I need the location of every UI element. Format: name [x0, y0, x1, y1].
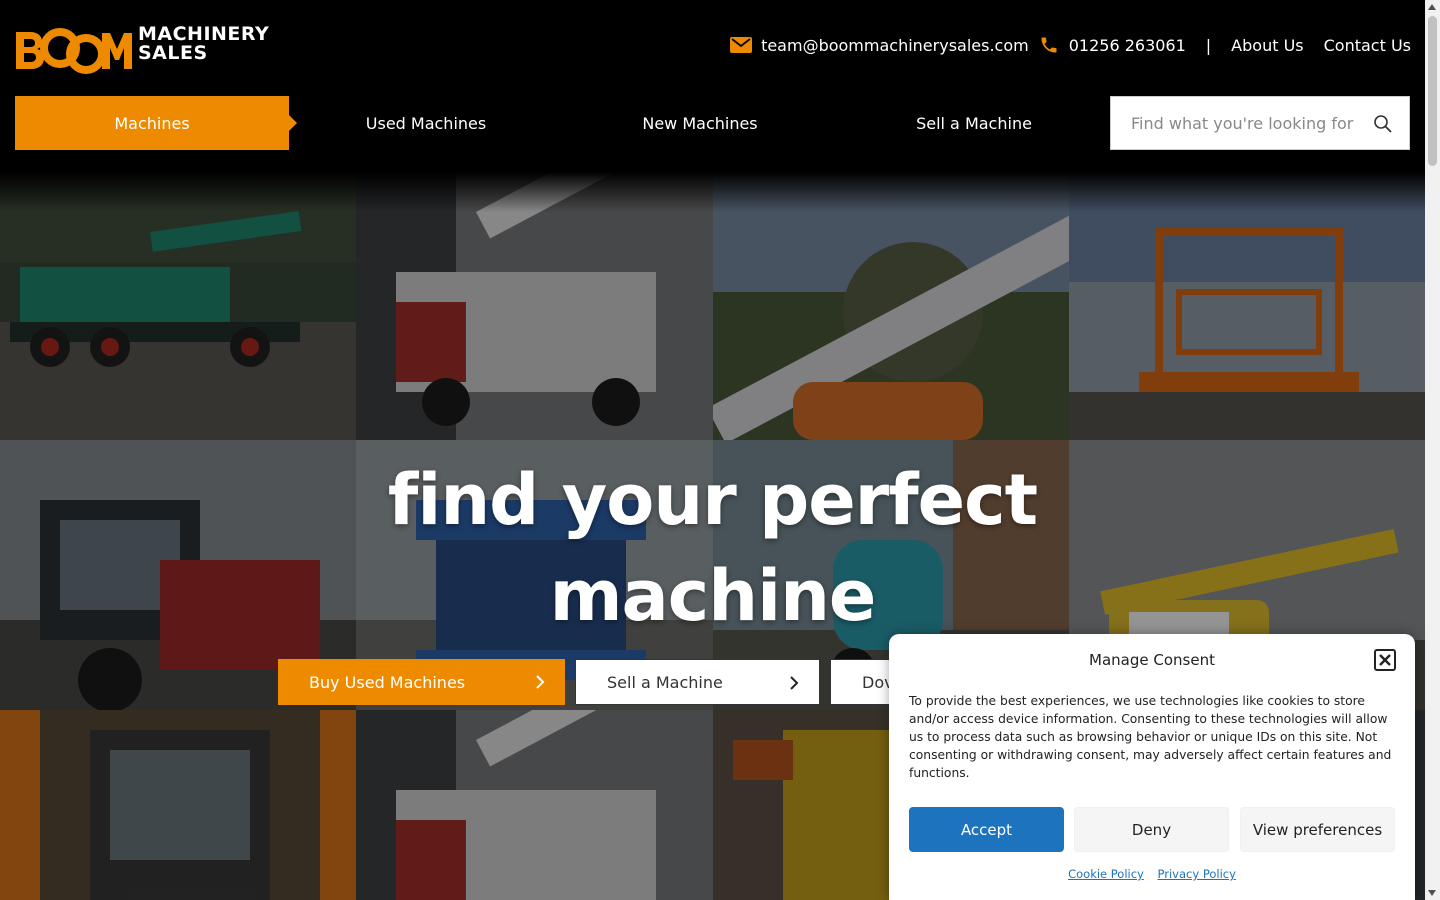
buy-used-machines-label: Buy Used Machines — [309, 672, 466, 692]
hero-photo-white-truck-lift — [356, 172, 713, 440]
hero-headline-line2: machine — [549, 555, 877, 637]
scroll-up-arrow-icon[interactable] — [1428, 4, 1436, 10]
scrollbar-thumb[interactable] — [1428, 16, 1437, 166]
phone-link[interactable]: 01256 263061 — [1038, 34, 1186, 56]
email-link[interactable]: team@boommachinerysales.com — [730, 34, 1029, 56]
buy-used-machines-button[interactable]: Buy Used Machines — [278, 659, 565, 705]
nav-item-machines[interactable]: Machines — [15, 96, 297, 150]
boom-logo-mark — [16, 28, 132, 74]
contact-bar: team@boommachinerysales.com 01256 263061… — [730, 30, 1411, 60]
header-shadow — [0, 172, 1425, 212]
close-button[interactable] — [1374, 649, 1396, 671]
phone-icon — [1038, 34, 1060, 56]
phone-text: 01256 263061 — [1068, 35, 1186, 55]
site-header: MACHINERY SALES team@boommachinerysales.… — [0, 0, 1425, 172]
hero-photo-boom-lift-sky — [713, 172, 1069, 440]
logo-tagline: MACHINERY SALES — [138, 25, 269, 63]
hero-photo-green-crane — [0, 172, 356, 440]
nav-item-new-machines[interactable]: New Machines — [563, 96, 837, 150]
accept-button[interactable]: Accept — [909, 807, 1064, 852]
search-box — [1110, 96, 1410, 150]
cookie-policy-link[interactable]: Cookie Policy — [1068, 867, 1144, 881]
page-scrollbar[interactable] — [1425, 0, 1440, 900]
about-us-link[interactable]: About Us — [1231, 36, 1303, 55]
envelope-icon — [730, 34, 753, 56]
contact-us-link[interactable]: Contact Us — [1324, 36, 1411, 55]
search-input[interactable] — [1131, 113, 1381, 133]
header-separator: | — [1205, 35, 1212, 55]
hero-photo-orange-scissor-lift — [1069, 172, 1425, 440]
consent-title: Manage Consent — [1089, 651, 1215, 669]
privacy-policy-link[interactable]: Privacy Policy — [1158, 867, 1236, 881]
nav-item-used-machines[interactable]: Used Machines — [289, 96, 563, 150]
main-nav: Machines Used Machines New Machines Sell… — [15, 96, 1410, 150]
search-icon[interactable] — [1373, 114, 1393, 134]
hero-headline: find your perfect machine — [0, 452, 1425, 644]
sell-a-machine-label: Sell a Machine — [607, 672, 723, 692]
scroll-down-arrow-icon[interactable] — [1428, 890, 1436, 896]
page: MACHINERY SALES team@boommachinerysales.… — [0, 0, 1440, 900]
nav-item-sell-a-machine[interactable]: Sell a Machine — [837, 96, 1111, 150]
consent-links: Cookie Policy Privacy Policy — [889, 867, 1415, 881]
email-text: team@boommachinerysales.com — [761, 35, 1029, 55]
hero-photo-white-truck-lift-2 — [356, 710, 713, 900]
deny-button[interactable]: Deny — [1074, 807, 1229, 852]
logo-tagline-line2: SALES — [138, 42, 208, 64]
chevron-right-icon — [790, 676, 799, 690]
hero-headline-line1: find your perfect — [387, 459, 1038, 541]
hero-photo-orange-forklift — [0, 710, 356, 900]
chevron-right-icon — [536, 675, 545, 689]
close-icon — [1379, 654, 1391, 666]
brand-logo[interactable]: MACHINERY SALES — [14, 18, 269, 74]
consent-body: To provide the best experiences, we use … — [909, 694, 1392, 780]
view-preferences-button[interactable]: View preferences — [1240, 807, 1395, 852]
sell-a-machine-button[interactable]: Sell a Machine — [575, 659, 820, 705]
consent-dialog: Manage Consent To provide the best exper… — [889, 634, 1415, 900]
